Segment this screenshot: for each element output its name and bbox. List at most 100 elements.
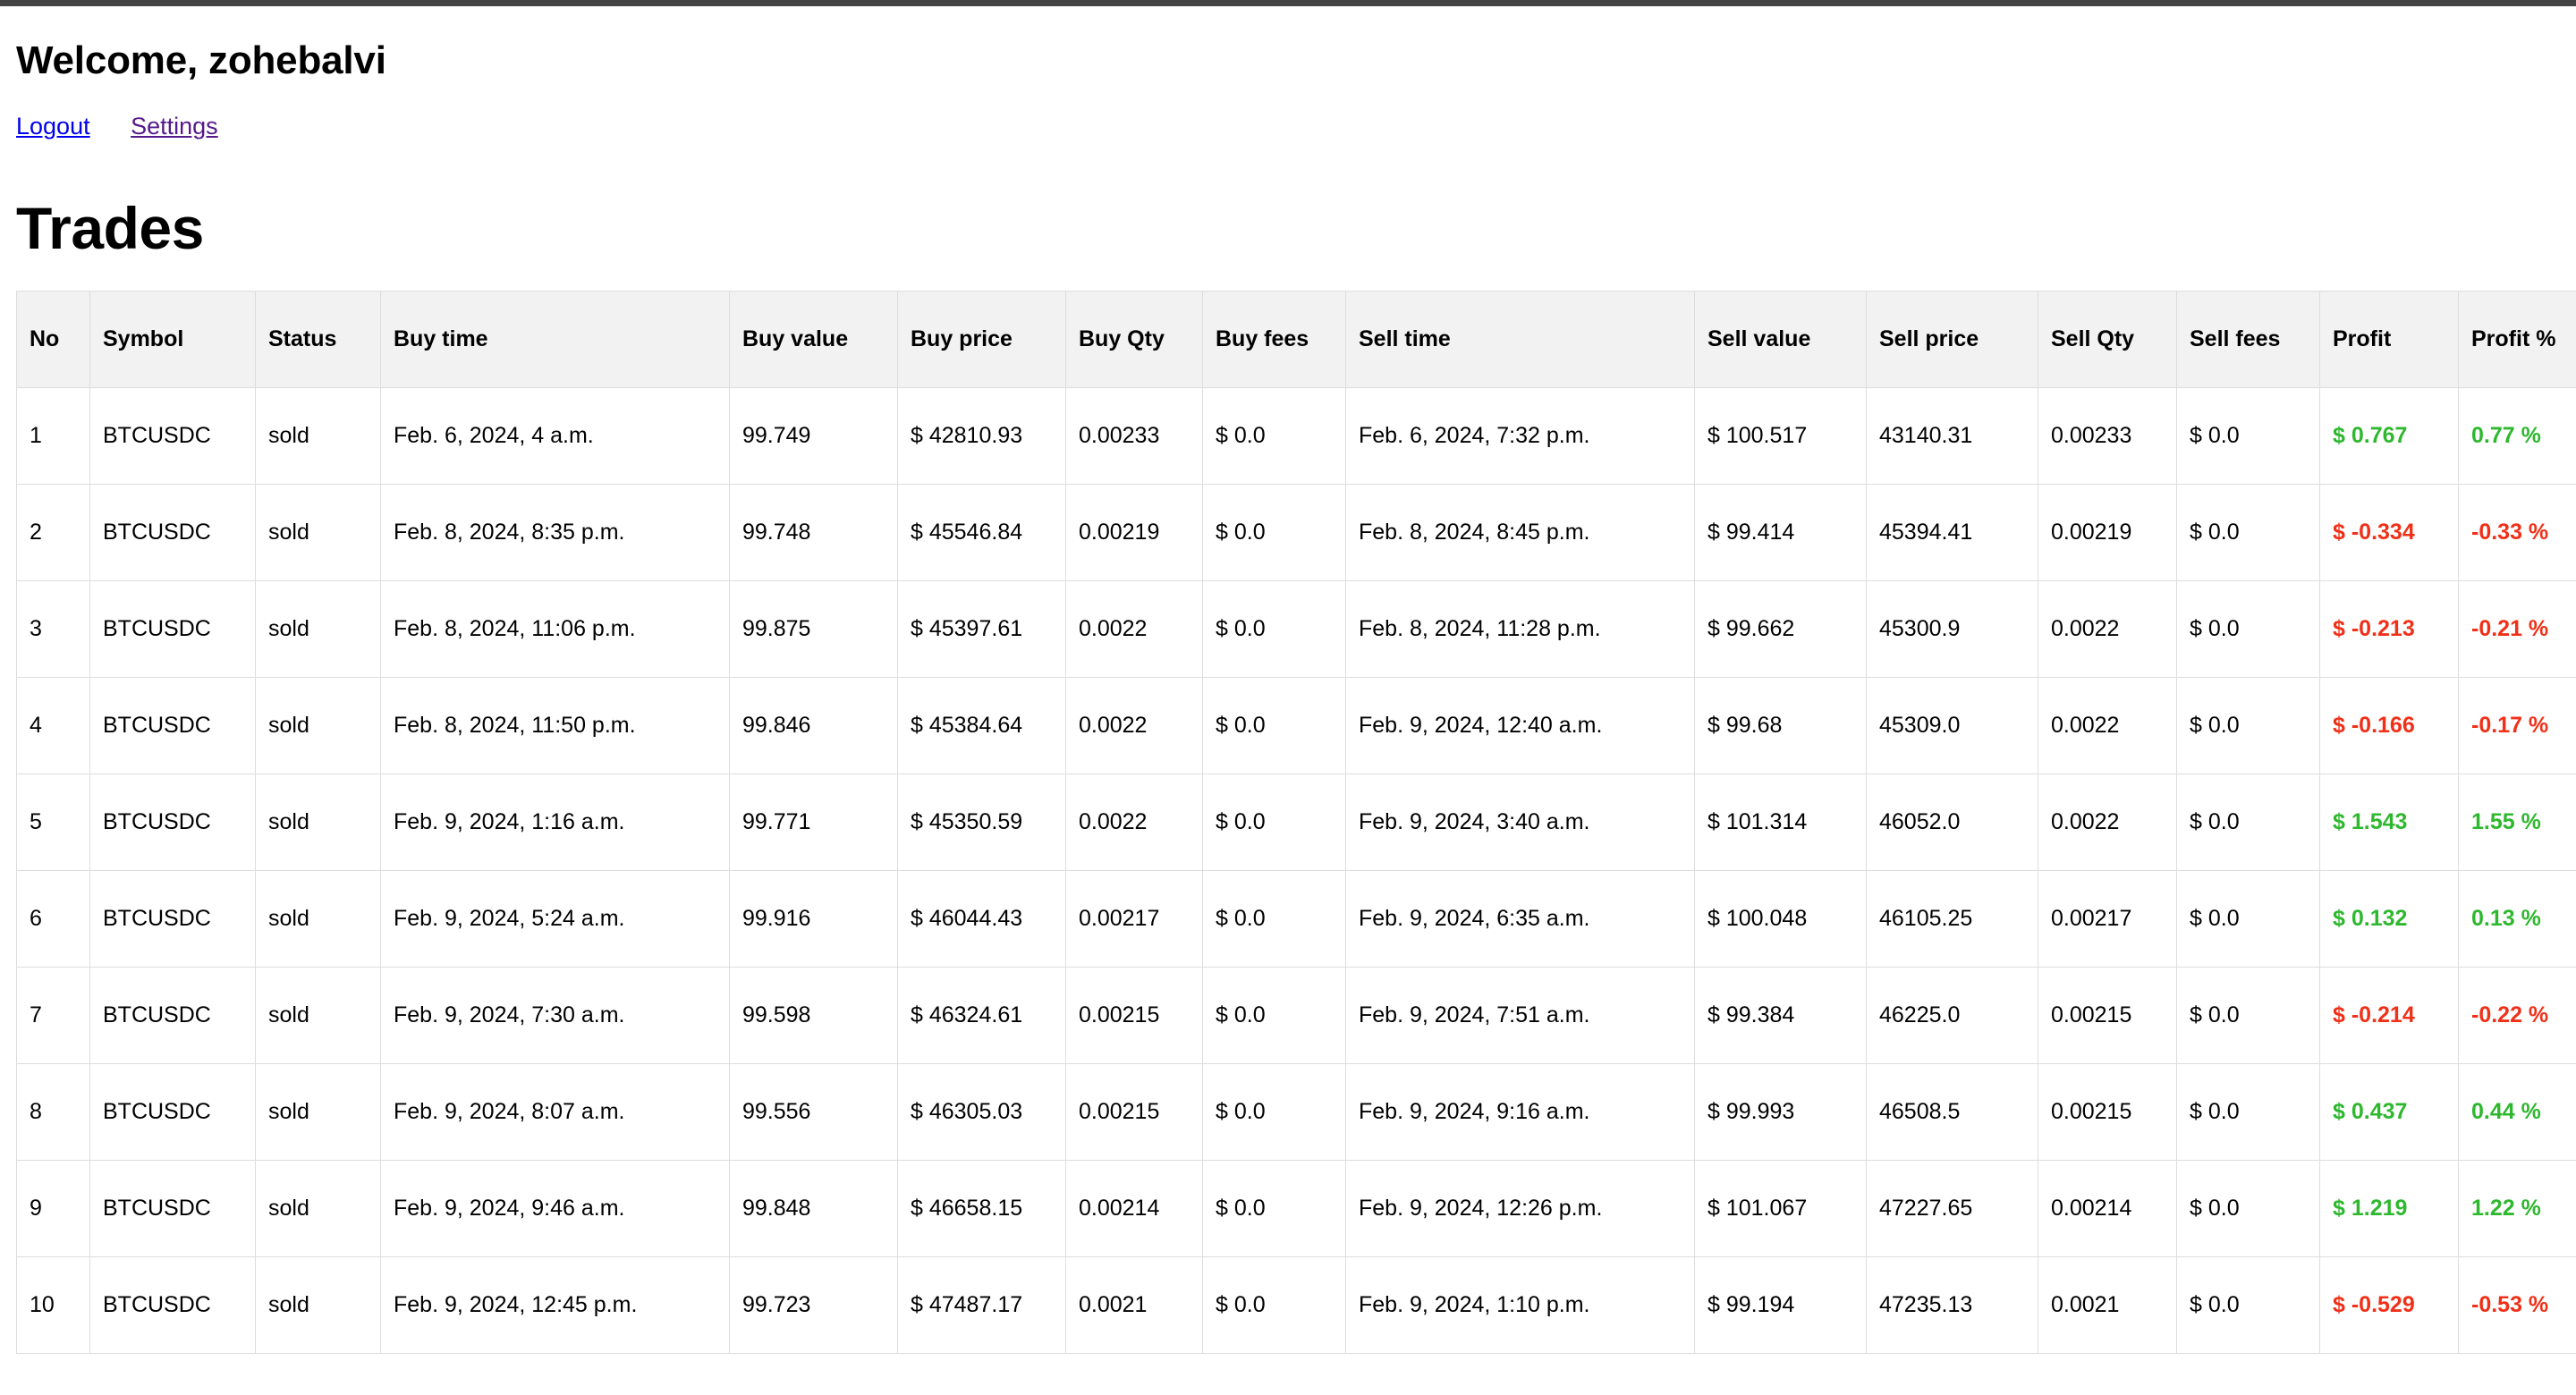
cell-profit-pct: -0.22 % xyxy=(2459,967,2576,1063)
column-header-profit-pct[interactable]: Profit % xyxy=(2459,291,2576,387)
cell-profit-pct: -0.33 % xyxy=(2459,484,2576,580)
cell-profit-pct: 0.44 % xyxy=(2459,1063,2576,1160)
cell-sell-qty: 0.00233 xyxy=(2038,387,2177,484)
cell-buy-fees: $ 0.0 xyxy=(1203,1063,1346,1160)
cell-profit: $ 0.132 xyxy=(2320,870,2459,967)
cell-sell-value: $ 99.68 xyxy=(1695,677,1867,774)
cell-no: 1 xyxy=(17,387,90,484)
cell-buy-qty: 0.0022 xyxy=(1066,677,1203,774)
cell-profit: $ -0.334 xyxy=(2320,484,2459,580)
cell-symbol: BTCUSDC xyxy=(90,967,256,1063)
cell-buy-value: 99.916 xyxy=(730,870,898,967)
cell-profit: $ -0.529 xyxy=(2320,1256,2459,1353)
column-header-profit[interactable]: Profit xyxy=(2320,291,2459,387)
cell-profit-pct: -0.53 % xyxy=(2459,1256,2576,1353)
cell-sell-value: $ 99.414 xyxy=(1695,484,1867,580)
table-row: 4BTCUSDCsoldFeb. 8, 2024, 11:50 p.m.99.8… xyxy=(17,677,2576,774)
cell-symbol: BTCUSDC xyxy=(90,387,256,484)
column-header-buy-qty[interactable]: Buy Qty xyxy=(1066,291,1203,387)
cell-sell-fees: $ 0.0 xyxy=(2177,967,2320,1063)
cell-buy-price: $ 47487.17 xyxy=(898,1256,1066,1353)
account-links: Logout Settings xyxy=(16,114,2560,139)
cell-status: sold xyxy=(256,1256,381,1353)
cell-no: 6 xyxy=(17,870,90,967)
cell-profit: $ -0.213 xyxy=(2320,580,2459,677)
cell-symbol: BTCUSDC xyxy=(90,1063,256,1160)
cell-buy-value: 99.723 xyxy=(730,1256,898,1353)
cell-buy-fees: $ 0.0 xyxy=(1203,580,1346,677)
column-header-buy-fees[interactable]: Buy fees xyxy=(1203,291,1346,387)
cell-buy-qty: 0.0021 xyxy=(1066,1256,1203,1353)
column-header-symbol[interactable]: Symbol xyxy=(90,291,256,387)
column-header-sell-fees[interactable]: Sell fees xyxy=(2177,291,2320,387)
cell-symbol: BTCUSDC xyxy=(90,484,256,580)
cell-buy-value: 99.556 xyxy=(730,1063,898,1160)
cell-profit-pct: 1.22 % xyxy=(2459,1160,2576,1256)
cell-buy-fees: $ 0.0 xyxy=(1203,967,1346,1063)
cell-profit: $ 1.543 xyxy=(2320,774,2459,870)
cell-buy-fees: $ 0.0 xyxy=(1203,1256,1346,1353)
cell-sell-value: $ 100.048 xyxy=(1695,870,1867,967)
table-row: 10BTCUSDCsoldFeb. 9, 2024, 12:45 p.m.99.… xyxy=(17,1256,2576,1353)
cell-sell-fees: $ 0.0 xyxy=(2177,677,2320,774)
page-title: Trades xyxy=(16,198,2560,259)
cell-sell-price: 43140.31 xyxy=(1867,387,2038,484)
cell-buy-fees: $ 0.0 xyxy=(1203,484,1346,580)
cell-sell-price: 45394.41 xyxy=(1867,484,2038,580)
cell-no: 10 xyxy=(17,1256,90,1353)
column-header-sell-price[interactable]: Sell price xyxy=(1867,291,2038,387)
cell-buy-value: 99.748 xyxy=(730,484,898,580)
cell-sell-fees: $ 0.0 xyxy=(2177,1063,2320,1160)
cell-buy-time: Feb. 9, 2024, 9:46 a.m. xyxy=(381,1160,730,1256)
cell-sell-time: Feb. 8, 2024, 11:28 p.m. xyxy=(1346,580,1695,677)
trades-table-head: No Symbol Status Buy time Buy value Buy … xyxy=(17,291,2576,387)
cell-buy-time: Feb. 9, 2024, 7:30 a.m. xyxy=(381,967,730,1063)
column-header-status[interactable]: Status xyxy=(256,291,381,387)
cell-buy-value: 99.598 xyxy=(730,967,898,1063)
cell-buy-fees: $ 0.0 xyxy=(1203,870,1346,967)
column-header-buy-time[interactable]: Buy time xyxy=(381,291,730,387)
table-header-row: No Symbol Status Buy time Buy value Buy … xyxy=(17,291,2576,387)
cell-buy-value: 99.771 xyxy=(730,774,898,870)
cell-status: sold xyxy=(256,387,381,484)
cell-buy-value: 99.848 xyxy=(730,1160,898,1256)
cell-profit: $ 0.767 xyxy=(2320,387,2459,484)
cell-sell-fees: $ 0.0 xyxy=(2177,484,2320,580)
cell-sell-time: Feb. 8, 2024, 8:45 p.m. xyxy=(1346,484,1695,580)
settings-link[interactable]: Settings xyxy=(131,113,218,140)
cell-sell-qty: 0.0022 xyxy=(2038,774,2177,870)
cell-sell-time: Feb. 9, 2024, 12:40 a.m. xyxy=(1346,677,1695,774)
cell-sell-value: $ 101.314 xyxy=(1695,774,1867,870)
logout-link[interactable]: Logout xyxy=(16,113,90,140)
column-header-buy-price[interactable]: Buy price xyxy=(898,291,1066,387)
cell-profit-pct: -0.17 % xyxy=(2459,677,2576,774)
cell-buy-price: $ 46305.03 xyxy=(898,1063,1066,1160)
column-header-sell-time[interactable]: Sell time xyxy=(1346,291,1695,387)
cell-sell-fees: $ 0.0 xyxy=(2177,870,2320,967)
column-header-no[interactable]: No xyxy=(17,291,90,387)
cell-sell-qty: 0.00219 xyxy=(2038,484,2177,580)
cell-sell-fees: $ 0.0 xyxy=(2177,1256,2320,1353)
cell-buy-qty: 0.0022 xyxy=(1066,774,1203,870)
cell-buy-qty: 0.00215 xyxy=(1066,967,1203,1063)
cell-buy-value: 99.749 xyxy=(730,387,898,484)
cell-status: sold xyxy=(256,967,381,1063)
cell-sell-qty: 0.00215 xyxy=(2038,1063,2177,1160)
cell-sell-price: 47227.65 xyxy=(1867,1160,2038,1256)
cell-sell-value: $ 99.993 xyxy=(1695,1063,1867,1160)
cell-no: 8 xyxy=(17,1063,90,1160)
cell-buy-price: $ 45546.84 xyxy=(898,484,1066,580)
cell-sell-price: 45309.0 xyxy=(1867,677,2038,774)
cell-buy-qty: 0.00214 xyxy=(1066,1160,1203,1256)
cell-buy-fees: $ 0.0 xyxy=(1203,774,1346,870)
column-header-buy-value[interactable]: Buy value xyxy=(730,291,898,387)
page-top-rule xyxy=(0,0,2576,6)
column-header-sell-qty[interactable]: Sell Qty xyxy=(2038,291,2177,387)
cell-sell-value: $ 100.517 xyxy=(1695,387,1867,484)
cell-profit: $ 1.219 xyxy=(2320,1160,2459,1256)
cell-buy-fees: $ 0.0 xyxy=(1203,1160,1346,1256)
trades-table: No Symbol Status Buy time Buy value Buy … xyxy=(16,291,2576,1354)
cell-status: sold xyxy=(256,484,381,580)
cell-sell-price: 47235.13 xyxy=(1867,1256,2038,1353)
column-header-sell-value[interactable]: Sell value xyxy=(1695,291,1867,387)
